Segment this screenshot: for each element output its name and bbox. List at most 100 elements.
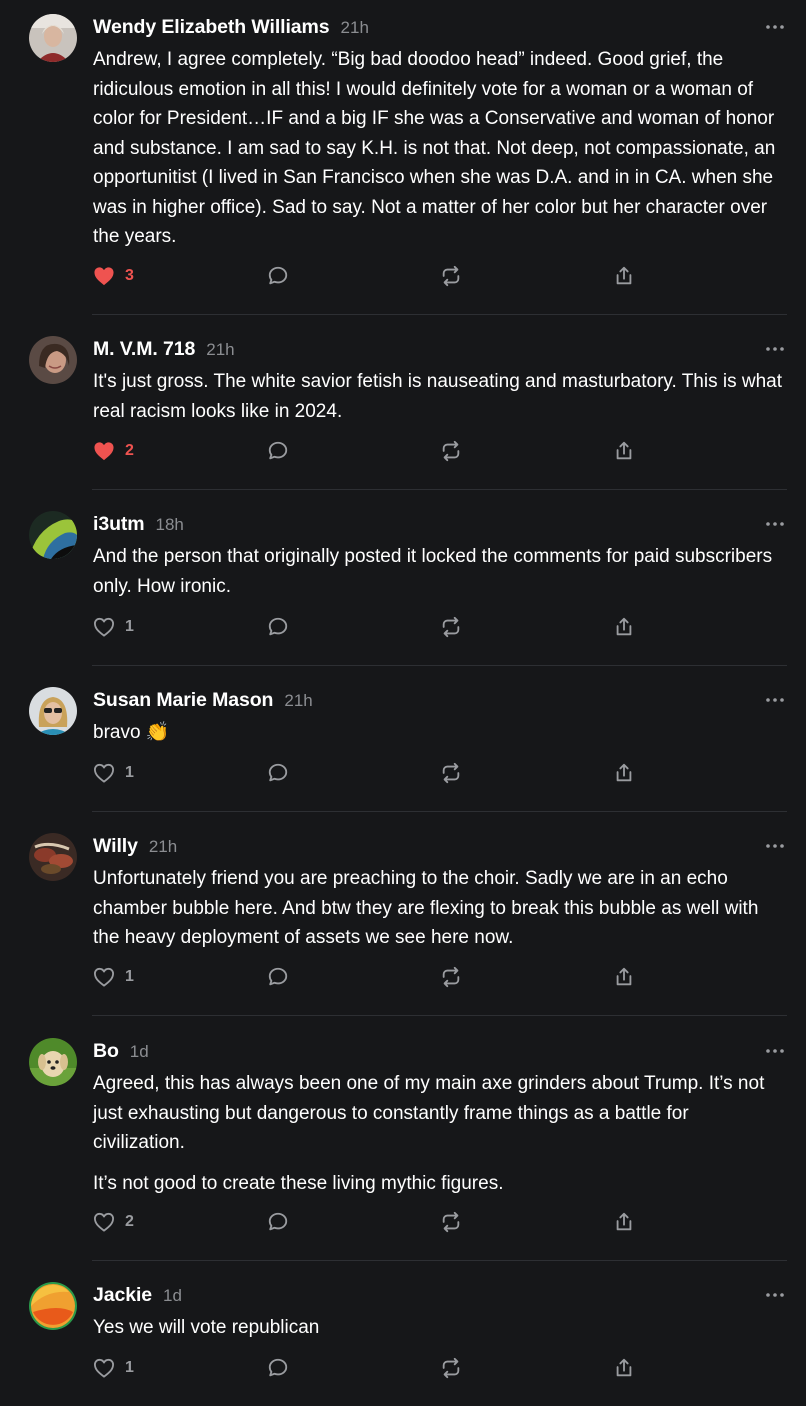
more-options-button[interactable] bbox=[764, 1288, 786, 1302]
more-options-button[interactable] bbox=[764, 517, 786, 531]
timestamp[interactable]: 21h bbox=[149, 837, 177, 857]
divider bbox=[92, 665, 787, 666]
comment-actions: 1 bbox=[0, 758, 806, 788]
comment-body: Yes we will vote republican bbox=[93, 1313, 783, 1354]
share-button[interactable] bbox=[613, 1355, 635, 1381]
share-icon bbox=[616, 1358, 632, 1377]
comment-header: Willy 21h bbox=[93, 835, 177, 861]
share-button[interactable] bbox=[613, 760, 635, 786]
like-button[interactable]: 2 bbox=[93, 438, 134, 464]
comment: i3utm 18h And the person that originally… bbox=[0, 497, 806, 665]
avatar[interactable] bbox=[29, 1282, 77, 1330]
comment-actions: 2 bbox=[0, 436, 806, 466]
divider bbox=[92, 489, 787, 490]
author-name[interactable]: i3utm bbox=[93, 513, 145, 536]
restack-icon bbox=[442, 265, 460, 287]
restack-icon bbox=[442, 762, 460, 784]
avatar[interactable] bbox=[29, 336, 77, 384]
comment-text: It's just gross. The white savior fetish… bbox=[93, 371, 783, 422]
timestamp[interactable]: 18h bbox=[156, 515, 184, 535]
comment-text: Andrew, I agree completely. “Big bad doo… bbox=[93, 49, 776, 247]
comment-text: Unfortunately friend you are preaching t… bbox=[93, 868, 759, 948]
timestamp[interactable]: 21h bbox=[206, 340, 234, 360]
author-name[interactable]: Bo bbox=[93, 1040, 119, 1063]
ellipsis-icon bbox=[766, 1049, 784, 1053]
ellipsis-icon bbox=[766, 698, 784, 702]
avatar[interactable] bbox=[29, 511, 77, 559]
restack-button[interactable] bbox=[440, 1355, 462, 1381]
like-count: 1 bbox=[125, 618, 134, 635]
avatar[interactable] bbox=[29, 1038, 77, 1086]
author-name[interactable]: M. V.M. 718 bbox=[93, 338, 195, 361]
author-name[interactable]: Susan Marie Mason bbox=[93, 689, 273, 712]
avatar[interactable] bbox=[29, 833, 77, 881]
share-icon bbox=[616, 967, 632, 986]
heart-icon bbox=[94, 442, 114, 461]
more-options-button[interactable] bbox=[764, 342, 786, 356]
comment-body: It's just gross. The white savior fetish… bbox=[93, 367, 783, 437]
restack-icon bbox=[442, 616, 460, 638]
restack-button[interactable] bbox=[440, 438, 462, 464]
reply-button[interactable] bbox=[267, 1209, 289, 1235]
restack-icon bbox=[442, 1211, 460, 1233]
restack-button[interactable] bbox=[440, 614, 462, 640]
comment-text: And the person that originally posted it… bbox=[93, 546, 773, 597]
divider bbox=[92, 811, 787, 812]
share-icon bbox=[616, 763, 632, 782]
restack-button[interactable] bbox=[440, 263, 462, 289]
like-count: 1 bbox=[125, 968, 134, 985]
like-count: 1 bbox=[125, 1359, 134, 1376]
speech-bubble-icon bbox=[268, 1358, 288, 1377]
restack-button[interactable] bbox=[440, 1209, 462, 1235]
timestamp[interactable]: 21h bbox=[284, 691, 312, 711]
more-options-button[interactable] bbox=[764, 1044, 786, 1058]
author-name[interactable]: Wendy Elizabeth Williams bbox=[93, 16, 330, 39]
comment-body: And the person that originally posted it… bbox=[93, 542, 783, 612]
restack-icon bbox=[442, 1357, 460, 1379]
reply-button[interactable] bbox=[267, 964, 289, 990]
ellipsis-icon bbox=[766, 347, 784, 351]
like-count: 2 bbox=[125, 1213, 134, 1230]
timestamp[interactable]: 1d bbox=[163, 1286, 182, 1306]
share-button[interactable] bbox=[613, 263, 635, 289]
restack-button[interactable] bbox=[440, 760, 462, 786]
reply-button[interactable] bbox=[267, 614, 289, 640]
author-name[interactable]: Willy bbox=[93, 835, 138, 858]
share-icon bbox=[616, 617, 632, 636]
like-button[interactable]: 1 bbox=[93, 760, 134, 786]
restack-button[interactable] bbox=[440, 964, 462, 990]
more-options-button[interactable] bbox=[764, 839, 786, 853]
comment-text: bravo 👏 bbox=[93, 722, 170, 743]
more-options-button[interactable] bbox=[764, 20, 786, 34]
reply-button[interactable] bbox=[267, 1355, 289, 1381]
like-button[interactable]: 1 bbox=[93, 614, 134, 640]
like-button[interactable]: 1 bbox=[93, 964, 134, 990]
reply-button[interactable] bbox=[267, 263, 289, 289]
comment-actions: 1 bbox=[0, 612, 806, 642]
more-options-button[interactable] bbox=[764, 693, 786, 707]
like-button[interactable]: 2 bbox=[93, 1209, 134, 1235]
divider bbox=[92, 1015, 787, 1016]
like-button[interactable]: 1 bbox=[93, 1355, 134, 1381]
avatar[interactable] bbox=[29, 687, 77, 735]
like-button[interactable]: 3 bbox=[93, 263, 134, 289]
share-button[interactable] bbox=[613, 964, 635, 990]
reply-button[interactable] bbox=[267, 760, 289, 786]
author-name[interactable]: Jackie bbox=[93, 1284, 152, 1307]
speech-bubble-icon bbox=[268, 1212, 288, 1231]
comment-header: M. V.M. 718 21h bbox=[93, 338, 235, 364]
ellipsis-icon bbox=[766, 522, 784, 526]
timestamp[interactable]: 21h bbox=[341, 18, 369, 38]
heart-icon bbox=[94, 617, 114, 637]
comment-actions: 1 bbox=[0, 962, 806, 992]
share-button[interactable] bbox=[613, 614, 635, 640]
comment-header: Wendy Elizabeth Williams 21h bbox=[93, 16, 369, 42]
share-button[interactable] bbox=[613, 1209, 635, 1235]
comment: Jackie 1d Yes we will vote republican 1 bbox=[0, 1268, 806, 1406]
timestamp[interactable]: 1d bbox=[130, 1042, 149, 1062]
share-button[interactable] bbox=[613, 438, 635, 464]
restack-icon bbox=[442, 966, 460, 988]
divider bbox=[92, 1260, 787, 1261]
avatar[interactable] bbox=[29, 14, 77, 62]
reply-button[interactable] bbox=[267, 438, 289, 464]
